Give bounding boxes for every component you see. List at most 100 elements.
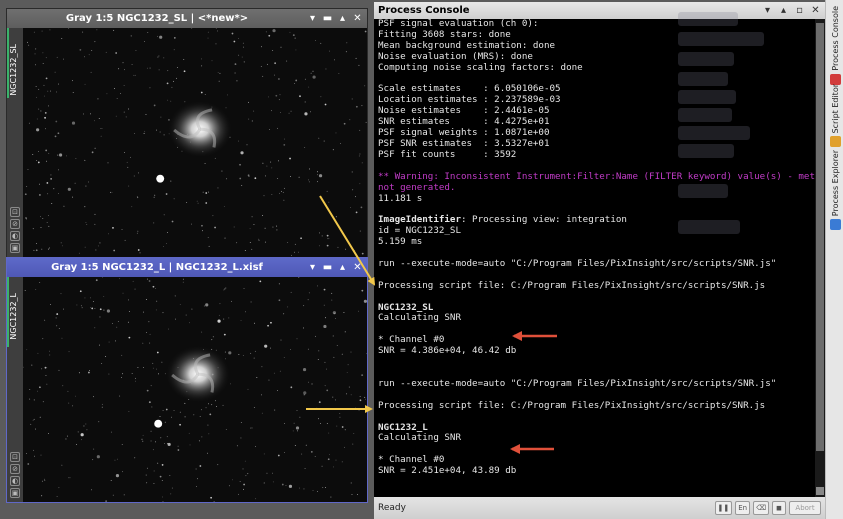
star bbox=[27, 41, 28, 43]
star bbox=[262, 162, 264, 164]
star bbox=[225, 287, 227, 289]
close-icon[interactable]: ✕ bbox=[810, 5, 821, 16]
star bbox=[146, 331, 148, 333]
star bbox=[80, 433, 84, 437]
star bbox=[299, 95, 301, 98]
star bbox=[57, 154, 59, 156]
shade-icon[interactable]: ▾ bbox=[762, 5, 773, 16]
scrollbar-thumb[interactable] bbox=[816, 23, 824, 451]
star bbox=[261, 412, 263, 414]
star bbox=[291, 254, 292, 256]
star bbox=[142, 440, 144, 442]
star bbox=[217, 187, 219, 189]
stf-icon[interactable]: ◐ bbox=[10, 476, 20, 486]
minimize-icon[interactable]: ▬ bbox=[322, 262, 333, 273]
star bbox=[182, 278, 184, 280]
star bbox=[211, 339, 213, 341]
star bbox=[311, 383, 313, 385]
image-window-ngc1232-sl[interactable]: Gray 1:5 NGC1232_SL | <*new*> ▾ ▬ ▴ ✕ NG… bbox=[6, 8, 368, 258]
star bbox=[325, 486, 326, 488]
link-icon[interactable]: ⊘ bbox=[10, 464, 20, 474]
star bbox=[34, 53, 36, 55]
star bbox=[250, 352, 252, 354]
ghost-process-icon bbox=[678, 220, 740, 234]
star bbox=[163, 134, 165, 136]
star bbox=[91, 489, 93, 491]
star bbox=[212, 336, 214, 338]
star bbox=[334, 399, 336, 401]
star bbox=[284, 451, 285, 453]
star bbox=[68, 351, 70, 353]
maximize-icon[interactable]: ▴ bbox=[337, 262, 348, 273]
star bbox=[278, 99, 280, 101]
star bbox=[58, 369, 60, 371]
pause-icon[interactable]: ❚❚ bbox=[714, 501, 733, 515]
window-titlebar[interactable]: Gray 1:5 NGC1232_L | NGC1232_L.xisf ▾ ▬ … bbox=[7, 258, 367, 277]
star bbox=[283, 199, 285, 201]
star bbox=[284, 422, 286, 424]
star bbox=[249, 228, 251, 230]
preview-icon[interactable]: ▣ bbox=[10, 488, 20, 498]
star bbox=[117, 320, 119, 322]
dock-tab-script-editor[interactable]: Script Editor bbox=[826, 84, 843, 148]
star bbox=[283, 143, 286, 146]
lock-icon[interactable]: ⊡ bbox=[10, 452, 20, 462]
star bbox=[46, 221, 48, 223]
star bbox=[332, 466, 334, 468]
image-window-ngc1232-l[interactable]: Gray 1:5 NGC1232_L | NGC1232_L.xisf ▾ ▬ … bbox=[6, 257, 368, 503]
star bbox=[242, 355, 244, 356]
link-icon[interactable]: ⊘ bbox=[10, 219, 20, 229]
language-chip[interactable]: En bbox=[735, 501, 751, 515]
abort-button[interactable]: Abort bbox=[789, 501, 821, 515]
star bbox=[327, 458, 330, 461]
star bbox=[345, 51, 347, 53]
console-scrollbar[interactable] bbox=[815, 19, 825, 497]
star bbox=[328, 201, 330, 203]
star bbox=[77, 431, 79, 433]
star bbox=[304, 112, 308, 116]
star bbox=[164, 443, 166, 444]
lock-icon[interactable]: ⊡ bbox=[10, 207, 20, 217]
star bbox=[303, 327, 304, 329]
star bbox=[173, 80, 174, 82]
window-titlebar[interactable]: Gray 1:5 NGC1232_SL | <*new*> ▾ ▬ ▴ ✕ bbox=[7, 9, 367, 28]
maximize-icon[interactable]: ▴ bbox=[337, 13, 348, 24]
star bbox=[123, 111, 125, 113]
star bbox=[36, 242, 37, 244]
close-icon[interactable]: ✕ bbox=[352, 13, 363, 24]
close-icon[interactable]: ✕ bbox=[352, 262, 363, 273]
star bbox=[144, 130, 146, 132]
scroll-down-button[interactable] bbox=[816, 487, 824, 495]
star bbox=[80, 305, 82, 307]
star bbox=[191, 28, 193, 30]
shade-icon[interactable]: ▾ bbox=[307, 13, 318, 24]
process-console[interactable]: Process Console ▾ ▴ ▫ ✕ PSF signal evalu… bbox=[374, 2, 825, 519]
star bbox=[50, 177, 53, 180]
star bbox=[121, 444, 123, 445]
star bbox=[205, 303, 209, 307]
clear-icon[interactable]: ⌫ bbox=[753, 501, 769, 515]
float-icon[interactable]: ▫ bbox=[794, 5, 805, 16]
star bbox=[155, 441, 156, 443]
image-canvas[interactable] bbox=[23, 277, 367, 502]
stf-icon[interactable]: ◐ bbox=[10, 231, 20, 241]
console-titlebar[interactable]: Process Console ▾ ▴ ▫ ✕ bbox=[374, 2, 825, 19]
minimize-icon[interactable]: ▬ bbox=[322, 13, 333, 24]
star bbox=[258, 239, 260, 241]
star bbox=[308, 86, 310, 88]
star bbox=[101, 363, 103, 364]
console-output[interactable]: PSF signal evaluation (ch 0): Fitting 360… bbox=[374, 19, 815, 497]
stop-icon[interactable]: ◼ bbox=[772, 501, 786, 515]
shade-icon[interactable]: ▾ bbox=[307, 262, 318, 273]
star bbox=[323, 324, 327, 329]
undock-icon[interactable]: ▴ bbox=[778, 5, 789, 16]
star bbox=[100, 127, 102, 129]
star bbox=[128, 108, 129, 110]
dock-tab-process-console[interactable]: Process Console bbox=[826, 6, 843, 85]
preview-icon[interactable]: ▣ bbox=[10, 243, 20, 253]
star bbox=[201, 224, 203, 227]
dock-tab-process-explorer[interactable]: Process Explorer bbox=[826, 150, 843, 231]
star bbox=[185, 314, 187, 316]
image-canvas[interactable] bbox=[23, 28, 367, 257]
star bbox=[149, 333, 151, 335]
